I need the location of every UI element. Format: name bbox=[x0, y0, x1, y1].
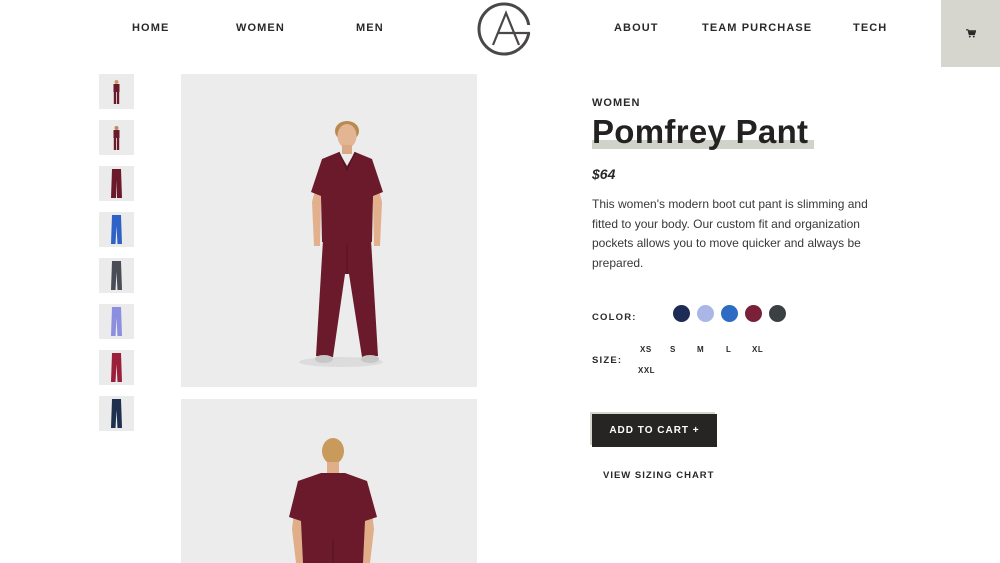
top-nav: HOME WOMEN MEN ABOUT TEAM PURCHASE TECH bbox=[0, 0, 1000, 67]
color-swatches bbox=[673, 305, 793, 322]
size-label: SIZE: bbox=[592, 355, 623, 366]
size-option-xl[interactable]: XL bbox=[752, 345, 763, 354]
cart-button[interactable] bbox=[941, 0, 1000, 67]
color-swatch-periwinkle[interactable] bbox=[697, 305, 714, 322]
add-to-cart-button[interactable]: ADD TO CART + bbox=[592, 414, 717, 447]
thumbnail-2[interactable] bbox=[99, 120, 134, 155]
color-label: COLOR: bbox=[592, 312, 637, 323]
product-image-back bbox=[181, 399, 477, 563]
brand-logo[interactable] bbox=[476, 1, 534, 59]
nav-women[interactable]: WOMEN bbox=[236, 22, 285, 34]
thumbnail-6[interactable] bbox=[99, 304, 134, 339]
size-option-m[interactable]: M bbox=[697, 345, 704, 354]
view-sizing-chart-link[interactable]: VIEW SIZING CHART bbox=[603, 470, 714, 481]
nav-team-purchase[interactable]: TEAM PURCHASE bbox=[702, 22, 812, 34]
color-swatch-royal-blue[interactable] bbox=[721, 305, 738, 322]
product-title-wrap: Pomfrey Pant bbox=[592, 113, 814, 151]
product-category[interactable]: WOMEN bbox=[592, 97, 640, 109]
thumbnail-4[interactable] bbox=[99, 212, 134, 247]
color-swatch-charcoal[interactable] bbox=[769, 305, 786, 322]
product-description: This women's modern boot cut pant is sli… bbox=[592, 197, 868, 271]
size-option-xs[interactable]: XS bbox=[640, 345, 652, 354]
size-option-s[interactable]: S bbox=[670, 345, 676, 354]
color-swatch-burgundy[interactable] bbox=[745, 305, 762, 322]
nav-men[interactable]: MEN bbox=[356, 22, 384, 34]
thumbnail-8[interactable] bbox=[99, 396, 134, 431]
nav-tech[interactable]: TECH bbox=[853, 22, 887, 34]
nav-home[interactable]: HOME bbox=[132, 22, 169, 34]
product-price: $64 bbox=[592, 166, 616, 182]
color-swatch-navy[interactable] bbox=[673, 305, 690, 322]
size-option-l[interactable]: L bbox=[726, 345, 731, 354]
product-title: Pomfrey Pant bbox=[592, 113, 809, 150]
thumbnail-5[interactable] bbox=[99, 258, 134, 293]
thumbnail-7[interactable] bbox=[99, 350, 134, 385]
thumbnail-1[interactable] bbox=[99, 74, 134, 109]
cart-icon bbox=[965, 29, 976, 38]
size-option-xxl[interactable]: XXL bbox=[638, 366, 655, 375]
nav-about[interactable]: ABOUT bbox=[614, 22, 659, 34]
product-image-front bbox=[181, 74, 477, 387]
thumbnail-3[interactable] bbox=[99, 166, 134, 201]
